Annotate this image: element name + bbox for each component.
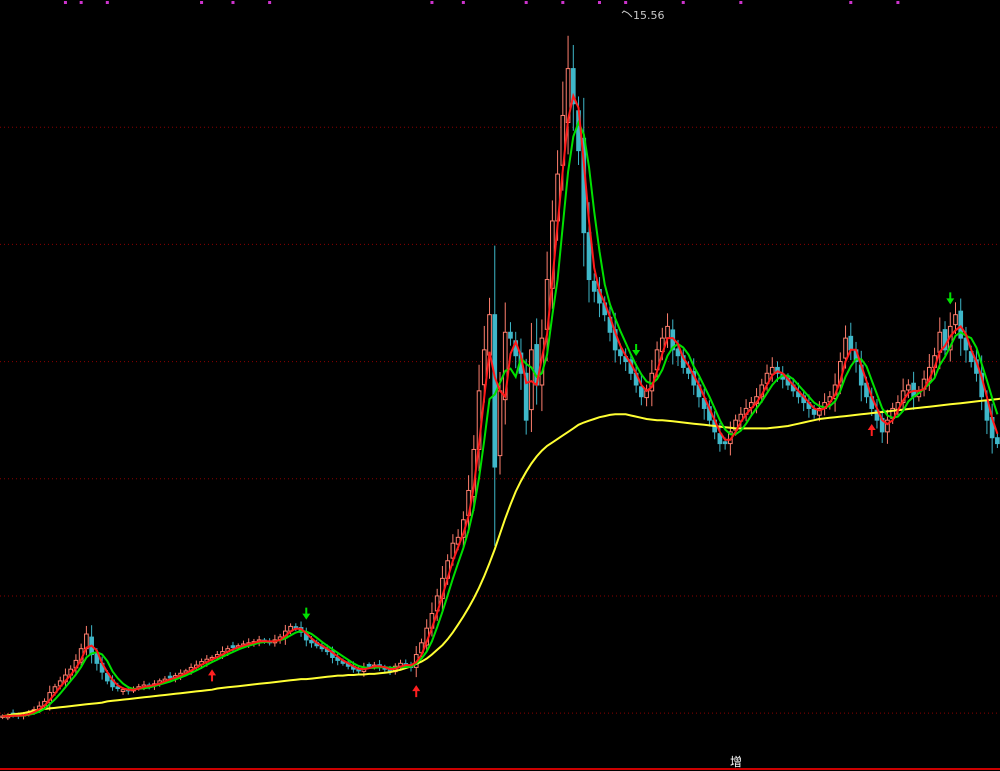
candle-body xyxy=(529,349,534,411)
candle-body xyxy=(120,689,126,692)
marker-dot xyxy=(430,1,434,4)
candle-body xyxy=(639,386,644,398)
candle-body xyxy=(508,331,513,339)
marker-dot xyxy=(63,1,67,4)
candle-body xyxy=(811,408,817,415)
candle-body xyxy=(995,437,1000,445)
marker-dot xyxy=(461,1,465,4)
candle-body xyxy=(487,314,492,356)
candle-body xyxy=(366,663,372,667)
bottom-label: 增 xyxy=(730,755,742,769)
marker-dot xyxy=(231,1,235,4)
candle-body xyxy=(618,349,623,357)
marker-dot xyxy=(849,1,853,4)
marker-dot xyxy=(524,1,528,4)
peak-label: 15.56 xyxy=(633,9,665,22)
candle-body xyxy=(230,645,236,648)
marker-dot xyxy=(896,1,900,4)
candle-body xyxy=(497,390,503,457)
candle-body xyxy=(906,384,911,391)
marker-dot xyxy=(624,1,628,4)
candlestick-chart[interactable]: 15.56 增 xyxy=(0,0,1000,771)
marker-dot xyxy=(561,1,565,4)
candle-body xyxy=(665,325,670,339)
marker-dot xyxy=(105,1,109,4)
candle-body xyxy=(843,337,848,359)
marker-dot xyxy=(597,1,601,4)
candle-body xyxy=(848,335,854,351)
candle-body xyxy=(722,441,728,445)
candle-body xyxy=(167,675,173,679)
marker-dot xyxy=(268,1,272,4)
candle-body xyxy=(591,280,597,292)
marker-dot xyxy=(79,1,83,4)
marker-dot xyxy=(681,1,685,4)
marker-dot xyxy=(739,1,743,4)
candle-body xyxy=(953,314,958,326)
marker-dot xyxy=(200,1,204,4)
